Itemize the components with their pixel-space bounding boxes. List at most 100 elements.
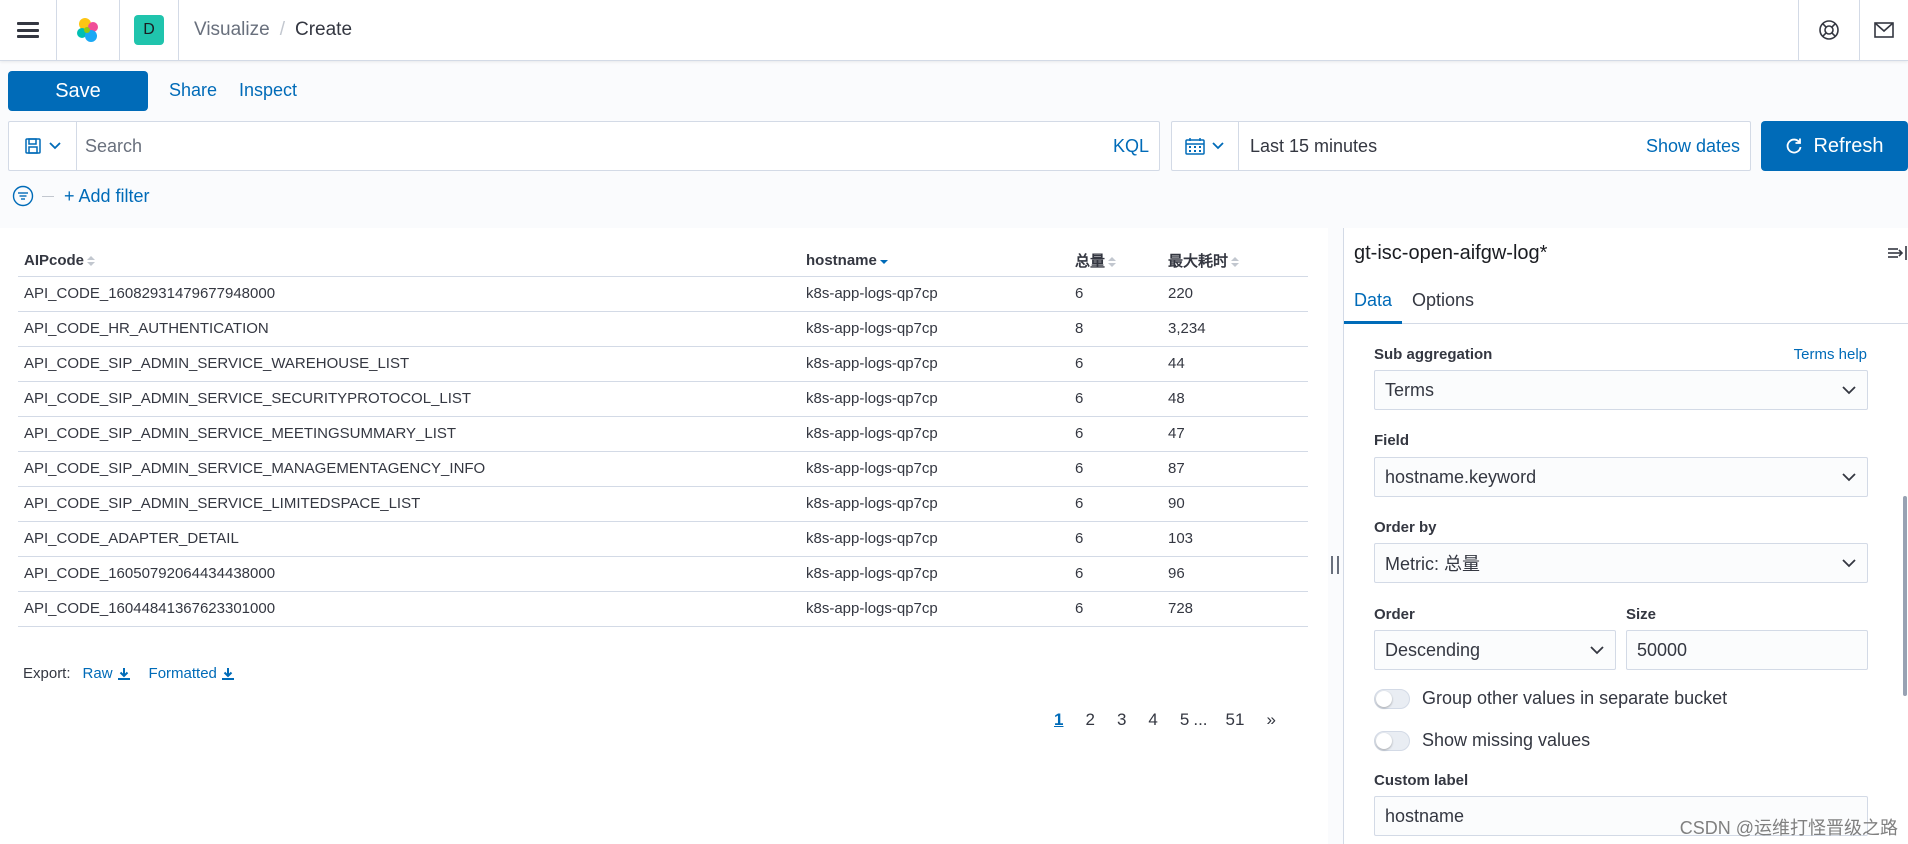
cell-aipcode[interactable]: API_CODE_ADAPTER_DETAIL bbox=[18, 521, 800, 557]
sidebar-scrollbar[interactable] bbox=[1903, 496, 1907, 696]
cell-total: 6 bbox=[1069, 276, 1162, 312]
custom-label-value: hostname bbox=[1385, 805, 1465, 826]
cell-max-duration: 220 bbox=[1162, 276, 1308, 312]
sort-icon bbox=[1108, 257, 1117, 268]
table-row: API_CODE_SIP_ADMIN_SERVICE_MANAGEMENTAGE… bbox=[18, 451, 1308, 487]
table-row: API_CODE_ADAPTER_DETAIL k8s-app-logs-qp7c… bbox=[18, 521, 1308, 557]
cell-aipcode[interactable]: API_CODE_SIP_ADMIN_SERVICE_WAREHOUSE_LIS… bbox=[18, 346, 800, 382]
quick-select-button[interactable] bbox=[1172, 122, 1239, 170]
add-filter-button[interactable]: + Add filter bbox=[64, 186, 150, 207]
order-select[interactable]: Descending bbox=[1374, 630, 1616, 670]
cell-max-duration: 90 bbox=[1162, 486, 1308, 522]
top-header: D Visualize / Create bbox=[0, 0, 1908, 61]
cell-aipcode[interactable]: API_CODE_16050792064434438000 bbox=[18, 556, 800, 592]
export-formatted-label: Formatted bbox=[148, 665, 217, 682]
page-3-button[interactable]: 3 bbox=[1117, 710, 1126, 730]
show-dates-link[interactable]: Show dates bbox=[1646, 136, 1740, 157]
help-button[interactable] bbox=[1799, 0, 1859, 60]
order-value: Descending bbox=[1385, 639, 1481, 660]
size-value: 50000 bbox=[1637, 639, 1688, 660]
menu-button[interactable] bbox=[0, 0, 56, 60]
page-4-button[interactable]: 4 bbox=[1148, 710, 1157, 730]
column-header-aipcode[interactable]: AIPcode bbox=[18, 246, 800, 277]
sort-icon bbox=[1231, 257, 1240, 268]
cell-aipcode[interactable]: API_CODE_1608293147967794800​0 bbox=[18, 276, 800, 312]
cell-aipcode[interactable]: API_CODE_SIP_ADMIN_SERVICE_MEETINGSUMMAR… bbox=[18, 416, 800, 452]
cell-hostname[interactable]: k8s-app-logs-qp7cp bbox=[800, 591, 1069, 627]
cell-hostname[interactable]: k8s-app-logs-qp7cp bbox=[800, 276, 1069, 312]
page-1-button[interactable]: 1 bbox=[1054, 710, 1063, 730]
saved-query-button[interactable] bbox=[9, 122, 77, 170]
space-selector[interactable]: D bbox=[120, 0, 178, 60]
table-row: API_CODE_16050792064434438000 k8s-app-log… bbox=[18, 556, 1308, 592]
time-range-label[interactable]: Last 15 minutes bbox=[1250, 136, 1377, 157]
size-input[interactable]: 50000 bbox=[1626, 630, 1868, 670]
collapse-sidebar-icon[interactable] bbox=[1886, 244, 1908, 262]
tab-data[interactable]: Data bbox=[1354, 290, 1392, 311]
cell-total: 6 bbox=[1069, 346, 1162, 382]
chevron-down-icon bbox=[1590, 646, 1604, 655]
column-header-max-duration[interactable]: 最大耗时 bbox=[1162, 246, 1308, 277]
cell-aipcode[interactable]: API_CODE_SIP_ADMIN_SERVICE_MANAGEMENTAGE… bbox=[18, 451, 800, 487]
page-ellipsis: ... bbox=[1193, 710, 1208, 729]
field-label: Field bbox=[1374, 432, 1410, 449]
breadcrumb-visualize[interactable]: Visualize bbox=[194, 19, 270, 41]
chevron-down-icon bbox=[1842, 386, 1856, 395]
export-raw-link[interactable]: Raw bbox=[83, 665, 131, 682]
next-page-button[interactable]: » bbox=[1266, 710, 1275, 730]
export-bar: Export: Raw Formatted bbox=[23, 665, 247, 682]
column-header-total[interactable]: 总量 bbox=[1069, 246, 1162, 277]
group-other-switch[interactable] bbox=[1374, 688, 1410, 709]
breadcrumb: Visualize / Create bbox=[194, 19, 353, 41]
filter-options-icon[interactable] bbox=[12, 185, 34, 207]
show-missing-label: Show missing values bbox=[1422, 730, 1591, 750]
sort-icon bbox=[87, 256, 96, 267]
cell-max-duration: 96 bbox=[1162, 556, 1308, 592]
column-header-hostname[interactable]: hostname bbox=[800, 246, 1069, 277]
tab-options[interactable]: Options bbox=[1412, 290, 1474, 311]
page-5-button[interactable]: 5 bbox=[1180, 710, 1189, 730]
cell-hostname[interactable]: k8s-app-logs-qp7cp bbox=[800, 416, 1069, 452]
refresh-label: Refresh bbox=[1813, 134, 1884, 157]
cell-aipcode[interactable]: API_CODE_SIP_ADMIN_SERVICE_SECURITYPROTO… bbox=[18, 381, 800, 417]
cell-aipcode[interactable]: API_CODE_16044841367623301000 bbox=[18, 591, 800, 627]
page-2-button[interactable]: 2 bbox=[1085, 710, 1094, 730]
cell-aipcode[interactable]: API_CODE_HR_AUTHENTICATION bbox=[18, 311, 800, 347]
panel-resize-handle[interactable] bbox=[1331, 556, 1339, 574]
show-missing-toggle[interactable]: Show missing values bbox=[1374, 730, 1590, 751]
cell-max-duration: 87 bbox=[1162, 451, 1308, 487]
kql-toggle[interactable]: KQL bbox=[1113, 136, 1149, 157]
order-by-select[interactable]: Metric: 总量 bbox=[1374, 543, 1868, 583]
cell-hostname[interactable]: k8s-app-logs-qp7cp bbox=[800, 346, 1069, 382]
cell-hostname[interactable]: k8s-app-logs-qp7cp bbox=[800, 486, 1069, 522]
sub-aggregation-select[interactable]: Terms bbox=[1374, 370, 1868, 410]
breadcrumb-create: Create bbox=[294, 19, 353, 40]
sidebar-content[interactable]: Sub aggregation Terms help Terms Field h… bbox=[1344, 326, 1908, 844]
terms-help-link[interactable]: Terms help bbox=[1794, 346, 1867, 363]
cell-aipcode[interactable]: API_CODE_SIP_ADMIN_SERVICE_LIMITEDSPACE_… bbox=[18, 486, 800, 522]
hamburger-icon bbox=[17, 22, 39, 38]
search-input[interactable]: Search bbox=[85, 136, 142, 157]
show-missing-switch[interactable] bbox=[1374, 730, 1410, 751]
cell-hostname[interactable]: k8s-app-logs-qp7cp bbox=[800, 381, 1069, 417]
group-other-toggle[interactable]: Group other values in separate bucket bbox=[1374, 688, 1727, 709]
download-icon bbox=[221, 667, 234, 680]
cell-hostname[interactable]: k8s-app-logs-qp7cp bbox=[800, 521, 1069, 557]
inspect-link[interactable]: Inspect bbox=[239, 80, 297, 101]
watermark: CSDN @运维打怪晋级之路 bbox=[1679, 818, 1898, 838]
export-formatted-link[interactable]: Formatted bbox=[149, 665, 235, 682]
cell-hostname[interactable]: k8s-app-logs-qp7cp bbox=[800, 311, 1069, 347]
elastic-logo-icon bbox=[77, 18, 98, 42]
cell-hostname[interactable]: k8s-app-logs-qp7cp bbox=[800, 556, 1069, 592]
elastic-logo[interactable] bbox=[57, 0, 119, 60]
newsfeed-button[interactable] bbox=[1860, 0, 1908, 60]
refresh-button[interactable]: Refresh bbox=[1761, 121, 1908, 171]
custom-label-label: Custom label bbox=[1374, 772, 1469, 789]
cell-max-duration: 48 bbox=[1162, 381, 1308, 417]
save-button[interactable]: Save bbox=[8, 71, 148, 111]
share-link[interactable]: Share bbox=[169, 80, 217, 101]
cell-hostname[interactable]: k8s-app-logs-qp7cp bbox=[800, 451, 1069, 487]
cell-max-duration: 44 bbox=[1162, 346, 1308, 382]
field-select[interactable]: hostname.keyword bbox=[1374, 457, 1868, 497]
page-51-button[interactable]: 51 bbox=[1226, 710, 1245, 730]
